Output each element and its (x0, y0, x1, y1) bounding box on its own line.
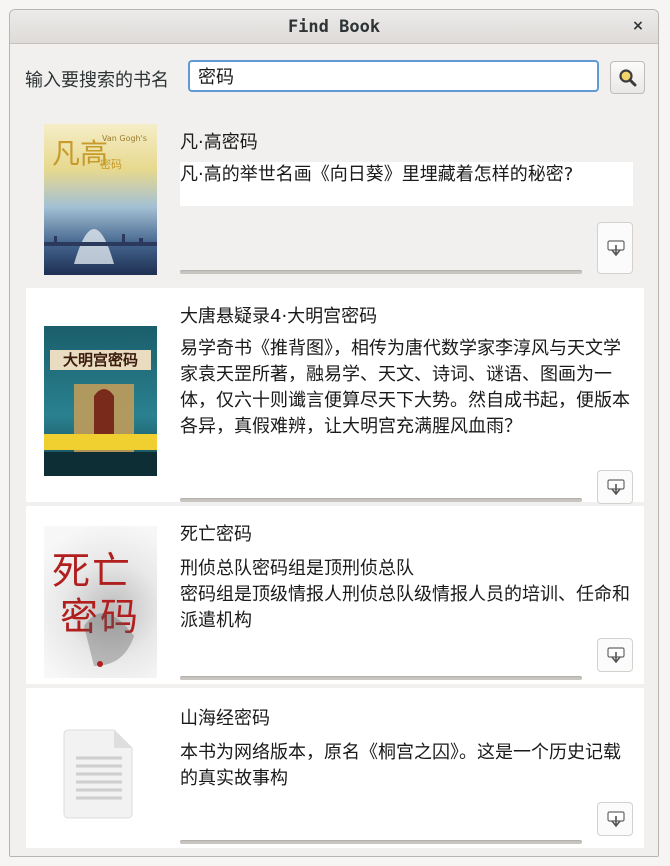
download-icon (607, 811, 625, 828)
download-icon (607, 479, 625, 496)
download-button[interactable] (597, 802, 633, 836)
search-row: 输入要搜索的书名 (10, 44, 658, 112)
download-progress (180, 840, 582, 844)
book-title: 死亡密码 (180, 524, 252, 545)
download-button[interactable] (597, 222, 633, 274)
window-title: Find Book (287, 17, 381, 37)
book-cover: 凡高 Van Gogh's 密码 (44, 124, 157, 275)
book-title: 山海经密码 (180, 708, 270, 729)
download-progress (180, 270, 582, 274)
book-description: 本书为网络版本，原名《桐宫之囚》。这是一个历史记载的真实故事构 (180, 742, 621, 789)
list-item[interactable]: 死亡 密码 死亡密码 刑侦总队密码组是顶刑侦总队 密码组是顶级情报人刑侦总队级情… (26, 506, 644, 684)
list-item[interactable]: 山海经密码 本书为网络版本，原名《桐宫之囚》。这是一个历史记载的真实故事构 (26, 688, 644, 848)
download-icon (607, 647, 625, 664)
download-button[interactable] (597, 638, 633, 672)
list-item[interactable]: 凡高 Van Gogh's 密码 凡·高密码 凡·高的举世名画《向日葵》里埋藏着… (26, 112, 644, 280)
search-label: 输入要搜索的书名 (25, 70, 169, 91)
book-cover (44, 724, 157, 820)
results-list: 凡高 Van Gogh's 密码 凡·高密码 凡·高的举世名画《向日葵》里埋藏着… (26, 112, 644, 848)
title-bar: Find Book × (10, 10, 658, 44)
download-button[interactable] (597, 470, 633, 504)
book-title: 凡·高密码 (180, 132, 258, 153)
list-item[interactable]: 大明宫密码 大唐悬疑录4·大明宫密码 易学奇书《推背图》，相传为唐代数学家李淳风… (26, 288, 644, 504)
search-input[interactable] (188, 60, 599, 92)
book-title: 大唐悬疑录4·大明宫密码 (180, 306, 378, 327)
download-progress (180, 498, 582, 502)
book-description: 易学奇书《推背图》，相传为唐代数学家李淳风与天文学家袁天罡所著，融易学、天文、诗… (180, 338, 630, 437)
cover-illustration (84, 613, 134, 667)
search-button[interactable] (610, 61, 645, 94)
find-book-window: Find Book × 输入要搜索的书名 凡高 Van Gogh's 密码 (9, 9, 659, 857)
book-description: 刑侦总队密码组是顶刑侦总队 密码组是顶级情报人刑侦总队级情报人员的培训、任命和派… (180, 558, 630, 631)
close-button[interactable]: × (628, 16, 648, 36)
cover-illustration (44, 384, 157, 476)
download-progress (180, 676, 582, 680)
book-cover: 大明宫密码 (44, 326, 157, 476)
cover-illustration (44, 229, 157, 264)
document-icon (63, 729, 133, 819)
book-description: 凡·高的举世名画《向日葵》里埋藏着怎样的秘密? (180, 162, 633, 206)
magnifier-icon (619, 69, 637, 87)
book-cover: 死亡 密码 (44, 526, 157, 678)
download-icon (607, 240, 625, 257)
